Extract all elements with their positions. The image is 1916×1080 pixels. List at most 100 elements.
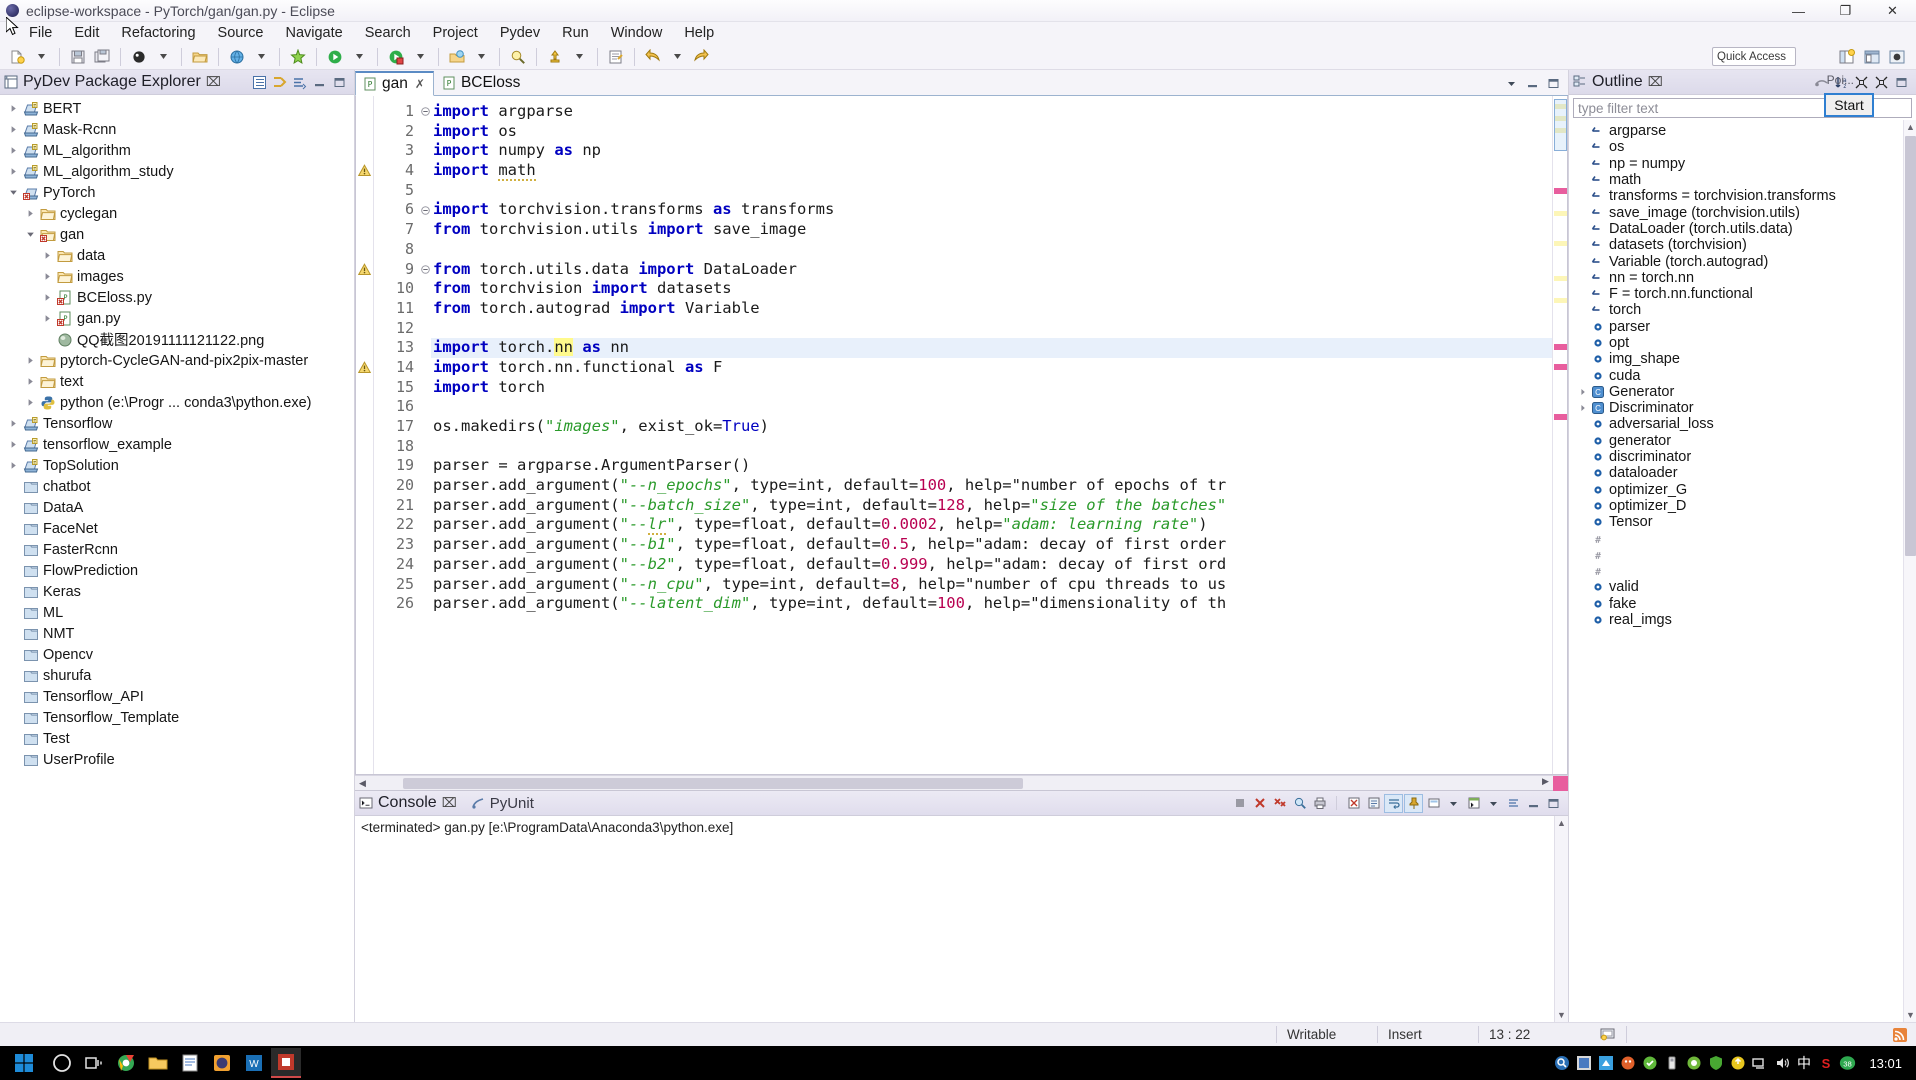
pydev-star-button[interactable] <box>287 46 309 68</box>
outline-item-math[interactable]: math <box>1569 172 1916 188</box>
menu-search[interactable]: Search <box>354 23 422 43</box>
tree-item-qq-20191111121122-png[interactable]: QQ截图20191111121122.png <box>0 329 354 350</box>
tree-item-flowprediction[interactable]: FlowPrediction <box>0 560 354 581</box>
code-line[interactable]: from torch.autograd import Variable <box>431 299 1552 319</box>
outline-item-tensor[interactable]: Tensor <box>1569 514 1916 530</box>
menu-help[interactable]: Help <box>673 23 725 43</box>
outline-item-opt[interactable]: opt <box>1569 335 1916 351</box>
pin-icon[interactable] <box>1404 793 1423 813</box>
new-button[interactable] <box>6 46 28 68</box>
outline-item-discriminator[interactable]: C Discriminator <box>1569 400 1916 416</box>
chevron-down-icon[interactable] <box>23 230 38 239</box>
code-line[interactable]: parser.add_argument("--lr", type=float, … <box>431 515 1552 536</box>
chevron-right-icon[interactable] <box>23 356 38 365</box>
open-console-icon[interactable] <box>1465 795 1482 812</box>
minimize-button[interactable]: — <box>1775 0 1822 22</box>
code-line[interactable]: import torch <box>431 378 1552 398</box>
menu-project[interactable]: Project <box>422 23 489 43</box>
code-line[interactable]: import torch.nn.functional as F <box>431 358 1552 378</box>
outline-item-cuda[interactable]: cuda <box>1569 367 1916 384</box>
tree-item-gan-py[interactable]: Pgan.py <box>0 308 354 329</box>
code-line[interactable]: from torchvision.utils import save_image <box>431 220 1552 240</box>
close-icon[interactable]: ⌧ <box>1648 74 1663 90</box>
overview-ruler[interactable] <box>1552 96 1567 774</box>
debug-button[interactable] <box>128 46 150 68</box>
tray-update-icon[interactable] <box>1729 1055 1746 1072</box>
tree-item-keras[interactable]: Keras <box>0 581 354 602</box>
tree-item-ml-algorithm[interactable]: ML_algorithm <box>0 140 354 161</box>
code-line[interactable]: from torch.utils.data import DataLoader <box>431 260 1552 280</box>
scroll-left-icon[interactable]: ◀ <box>355 778 370 789</box>
tray-search-icon[interactable] <box>1553 1055 1570 1072</box>
tray-badge-icon[interactable]: 38 <box>1839 1055 1856 1072</box>
menu-refactoring[interactable]: Refactoring <box>110 23 206 43</box>
code-editor[interactable]: 1 2 3 4 5 6 7 8 9 10 11 12 13 14 15 16 17 18 19 20 21 22 23 24 2… <box>355 96 1568 775</box>
outline-item-f-torch-nn-functional[interactable]: F = torch.nn.functional <box>1569 286 1916 302</box>
tree-item-images[interactable]: images <box>0 266 354 287</box>
taskbar-editor-icon[interactable] <box>175 1048 205 1078</box>
outline-item-variable-torch-autograd[interactable]: Variable (torch.autograd) <box>1569 253 1916 270</box>
back-dropdown-icon[interactable] <box>666 46 688 68</box>
fold-collapse-icon[interactable] <box>420 260 431 280</box>
scrollbar-thumb[interactable] <box>1905 136 1916 556</box>
source-text[interactable]: import argparse import os import numpy as … <box>431 96 1552 774</box>
run-dropdown-icon[interactable] <box>348 46 370 68</box>
minimize-icon[interactable] <box>1524 75 1541 92</box>
code-line[interactable] <box>431 240 1552 260</box>
taskbar-active-app-icon[interactable] <box>271 1048 301 1078</box>
chevron-right-icon[interactable] <box>23 209 38 218</box>
outline-item-img-shape[interactable]: img_shape <box>1569 351 1916 367</box>
warning-marker-icon[interactable] <box>356 161 373 181</box>
display-selected-icon[interactable] <box>1425 795 1442 812</box>
warning-marker-icon[interactable] <box>356 358 373 378</box>
tray-volume-icon[interactable] <box>1773 1055 1790 1072</box>
link-with-editor-icon[interactable] <box>271 74 288 91</box>
chevron-right-icon[interactable] <box>40 293 55 302</box>
debug-dropdown-icon[interactable] <box>152 46 174 68</box>
tray-app2-icon[interactable] <box>1597 1055 1614 1072</box>
outline-item-argparse[interactable]: argparse <box>1569 123 1916 139</box>
tree-item-topsolution[interactable]: TopSolution <box>0 455 354 476</box>
code-line[interactable]: import argparse <box>431 102 1552 122</box>
outline-item-datasets-torchvision[interactable]: datasets (torchvision) <box>1569 237 1916 253</box>
tree-item-pytorch[interactable]: PyTorch <box>0 182 354 203</box>
chevron-right-icon[interactable] <box>6 419 21 428</box>
scroll-up-icon[interactable]: ▲ <box>1906 122 1915 132</box>
menu-file[interactable]: File <box>18 23 63 43</box>
menu-source[interactable]: Source <box>207 23 275 43</box>
warning-marker-icon[interactable] <box>356 260 373 280</box>
tree-item-nmt[interactable]: NMT <box>0 623 354 644</box>
maximize-icon[interactable] <box>1893 74 1910 91</box>
outline-item-generator[interactable]: C Generator <box>1569 384 1916 400</box>
outline-item-separator-26[interactable]: # <box>1569 547 1916 563</box>
tree-item-pytorch-cyclegan-and-pix2pix-master[interactable]: pytorch-CycleGAN-and-pix2pix-master <box>0 350 354 371</box>
code-line[interactable]: parser.add_argument("--latent_dim", type… <box>431 594 1552 614</box>
minimize-icon[interactable] <box>1525 795 1542 812</box>
outline-item-parser[interactable]: parser <box>1569 319 1916 335</box>
outline-list[interactable]: argparse os np = numpy math transforms = tor… <box>1569 120 1916 1022</box>
tree-item-shurufa[interactable]: shurufa <box>0 665 354 686</box>
globe-dropdown-icon[interactable] <box>250 46 272 68</box>
outline-item-valid[interactable]: valid <box>1569 579 1916 595</box>
code-line[interactable]: import torch.nn as nn <box>431 338 1552 358</box>
code-line[interactable]: parser.add_argument("--n_epochs", type=i… <box>431 476 1552 496</box>
tree-item-tensorflow-example[interactable]: tensorflow_example <box>0 434 354 455</box>
tab-gan[interactable]: P gan ✗ <box>355 71 434 96</box>
chevron-down-icon[interactable] <box>1445 795 1462 812</box>
forward-button[interactable] <box>690 46 712 68</box>
outline-item-adversarial-loss[interactable]: adversarial_loss <box>1569 416 1916 432</box>
annotation-ruler[interactable] <box>356 96 374 774</box>
tray-usb-icon[interactable] <box>1663 1055 1680 1072</box>
outline-item-optimizer-g[interactable]: optimizer_G <box>1569 482 1916 498</box>
editor-horizontal-scrollbar[interactable]: ◀ ▶ <box>355 775 1568 791</box>
tree-item-ml[interactable]: ML <box>0 602 354 623</box>
outline-item-transforms-torchvision-transforms[interactable]: transforms = torchvision.transforms <box>1569 188 1916 204</box>
back-button[interactable] <box>642 46 664 68</box>
expand-all-icon[interactable] <box>1873 74 1890 91</box>
start-button[interactable] <box>2 1046 46 1080</box>
code-line[interactable]: os.makedirs("images", exist_ok=True) <box>431 417 1552 437</box>
tray-shield-green-icon[interactable] <box>1641 1055 1658 1072</box>
run-external-dropdown-icon[interactable] <box>409 46 431 68</box>
maximize-icon[interactable] <box>1545 75 1562 92</box>
tree-item-opencv[interactable]: Opencv <box>0 644 354 665</box>
